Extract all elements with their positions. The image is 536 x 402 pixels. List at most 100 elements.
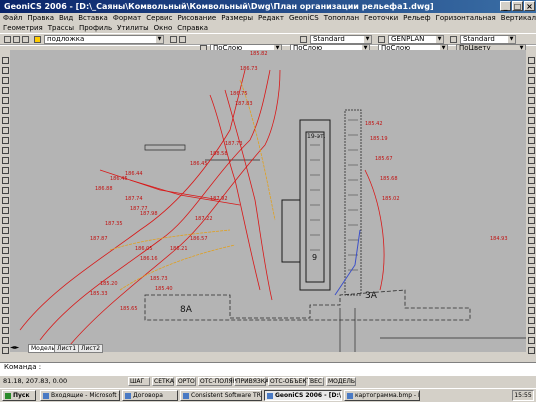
menu-item-1[interactable]: Правка: [27, 14, 54, 22]
draw-tool-icon[interactable]: [2, 267, 9, 274]
layer-state-icon[interactable]: [34, 36, 41, 43]
draw-tool-icon[interactable]: [2, 147, 9, 154]
dim-style-select[interactable]: GENPLAN ▼: [388, 35, 444, 44]
draw-tool-icon[interactable]: [2, 127, 9, 134]
modify-tool-icon[interactable]: [528, 187, 535, 194]
draw-tool-icon[interactable]: [2, 287, 9, 294]
draw-tool-icon[interactable]: [2, 87, 9, 94]
modify-tool-icon[interactable]: [528, 277, 535, 284]
draw-tool-icon[interactable]: [2, 317, 9, 324]
menu-item-6[interactable]: Рисование: [177, 14, 216, 22]
draw-tool-icon[interactable]: [2, 247, 9, 254]
modify-tool-icon[interactable]: [528, 207, 535, 214]
draw-tool-icon[interactable]: [2, 337, 9, 344]
dim-style-icon[interactable]: [378, 36, 385, 43]
modify-tool-icon[interactable]: [528, 87, 535, 94]
draw-tool-icon[interactable]: [2, 237, 9, 244]
draw-tool-icon[interactable]: [2, 177, 9, 184]
taskbar-item[interactable]: картограмма.bmp - Paint: [344, 390, 420, 401]
modify-tool-icon[interactable]: [528, 297, 535, 304]
menu-item-8[interactable]: Редакт: [258, 14, 284, 22]
taskbar-item[interactable]: Договора: [122, 390, 178, 401]
menu-item-0[interactable]: Файл: [3, 14, 22, 22]
draw-tool-icon[interactable]: [2, 117, 9, 124]
modify-tool-icon[interactable]: [528, 97, 535, 104]
taskbar-item[interactable]: GeoniCS 2006 - [D:\_...: [264, 390, 342, 401]
menu-item-3[interactable]: Вставка: [78, 14, 108, 22]
draw-tool-icon[interactable]: [2, 77, 9, 84]
modify-tool-icon[interactable]: [528, 257, 535, 264]
menu-item-0[interactable]: Геометрия: [3, 24, 43, 32]
draw-tool-icon[interactable]: [2, 157, 9, 164]
layer-props-icon[interactable]: [179, 36, 186, 43]
text-style-icon[interactable]: [300, 36, 307, 43]
modify-tool-icon[interactable]: [528, 167, 535, 174]
status-toggle-2[interactable]: ОРТО: [176, 377, 196, 386]
menu-item-3[interactable]: Утилиты: [117, 24, 149, 32]
modify-tool-icon[interactable]: [528, 227, 535, 234]
menu-item-5[interactable]: Сервис: [146, 14, 172, 22]
menu-item-2[interactable]: Вид: [59, 14, 73, 22]
draw-tool-icon[interactable]: [2, 187, 9, 194]
table-style-icon[interactable]: [450, 36, 457, 43]
match-layer-icon[interactable]: [170, 36, 177, 43]
nav-arrow-icon[interactable]: ◄►: [10, 344, 19, 351]
draw-tool-icon[interactable]: [2, 167, 9, 174]
maximize-button[interactable]: □: [512, 1, 523, 11]
tab-layout2[interactable]: Лист2: [78, 344, 104, 353]
status-toggle-4[interactable]: ПРИВЯЗКА: [234, 377, 269, 386]
modify-tool-icon[interactable]: [528, 347, 535, 354]
modify-tool-icon[interactable]: [528, 217, 535, 224]
draw-tool-icon[interactable]: [2, 137, 9, 144]
modify-tool-icon[interactable]: [528, 307, 535, 314]
draw-tool-icon[interactable]: [2, 57, 9, 64]
taskbar-item[interactable]: Consistent Software TR...: [180, 390, 262, 401]
taskbar-item[interactable]: Входящие - Microsoft O...: [40, 390, 120, 401]
menu-item-2[interactable]: Профиль: [79, 24, 112, 32]
modify-tool-icon[interactable]: [528, 247, 535, 254]
draw-tool-icon[interactable]: [2, 107, 9, 114]
modify-tool-icon[interactable]: [528, 107, 535, 114]
modify-tool-icon[interactable]: [528, 157, 535, 164]
modify-tool-icon[interactable]: [528, 147, 535, 154]
draw-tool-icon[interactable]: [2, 207, 9, 214]
draw-tool-icon[interactable]: [2, 277, 9, 284]
modify-tool-icon[interactable]: [528, 267, 535, 274]
text-style-select[interactable]: Standard ▼: [310, 35, 372, 44]
draw-tool-icon[interactable]: [2, 197, 9, 204]
minimize-button[interactable]: _: [500, 1, 511, 11]
modify-tool-icon[interactable]: [528, 77, 535, 84]
status-toggle-7[interactable]: МОДЕЛЬ: [326, 377, 356, 386]
modify-tool-icon[interactable]: [528, 327, 535, 334]
modify-tool-icon[interactable]: [528, 67, 535, 74]
modify-tool-icon[interactable]: [528, 137, 535, 144]
start-button[interactable]: Пуск: [2, 390, 36, 401]
modify-tool-icon[interactable]: [528, 237, 535, 244]
status-toggle-1[interactable]: СЕТКА: [152, 377, 174, 386]
status-toggle-3[interactable]: ОТС-ПОЛЯР: [198, 377, 236, 386]
modify-tool-icon[interactable]: [528, 177, 535, 184]
draw-tool-icon[interactable]: [2, 297, 9, 304]
modify-tool-icon[interactable]: [528, 337, 535, 344]
draw-tool-icon[interactable]: [2, 347, 9, 354]
menu-item-4[interactable]: Формат: [113, 14, 141, 22]
status-toggle-5[interactable]: ОТС-ОБЪЕКТ: [268, 377, 310, 386]
close-button[interactable]: ×: [524, 1, 535, 11]
menu-item-14[interactable]: Вертикальная: [501, 14, 536, 22]
menu-item-9[interactable]: GeoniCS: [289, 14, 319, 22]
menu-item-12[interactable]: Рельеф: [403, 14, 430, 22]
draw-tool-icon[interactable]: [2, 217, 9, 224]
layer-select[interactable]: подложка ▼: [44, 35, 164, 44]
modify-tool-icon[interactable]: [528, 57, 535, 64]
status-toggle-6[interactable]: ВЕС: [308, 377, 324, 386]
draw-tool-icon[interactable]: [2, 307, 9, 314]
table-style-select[interactable]: Standard ▼: [460, 35, 516, 44]
drawing-canvas[interactable]: 8А 3А 9 19-эт. 185.33 185.20 185.65 185.73 1…: [10, 50, 526, 352]
tab-layout1[interactable]: Лист1: [54, 344, 80, 353]
draw-tool-icon[interactable]: [2, 327, 9, 334]
draw-tool-icon[interactable]: [2, 257, 9, 264]
open-icon[interactable]: [13, 36, 20, 43]
modify-tool-icon[interactable]: [528, 317, 535, 324]
command-line[interactable]: Команда :: [0, 362, 536, 376]
draw-tool-icon[interactable]: [2, 97, 9, 104]
